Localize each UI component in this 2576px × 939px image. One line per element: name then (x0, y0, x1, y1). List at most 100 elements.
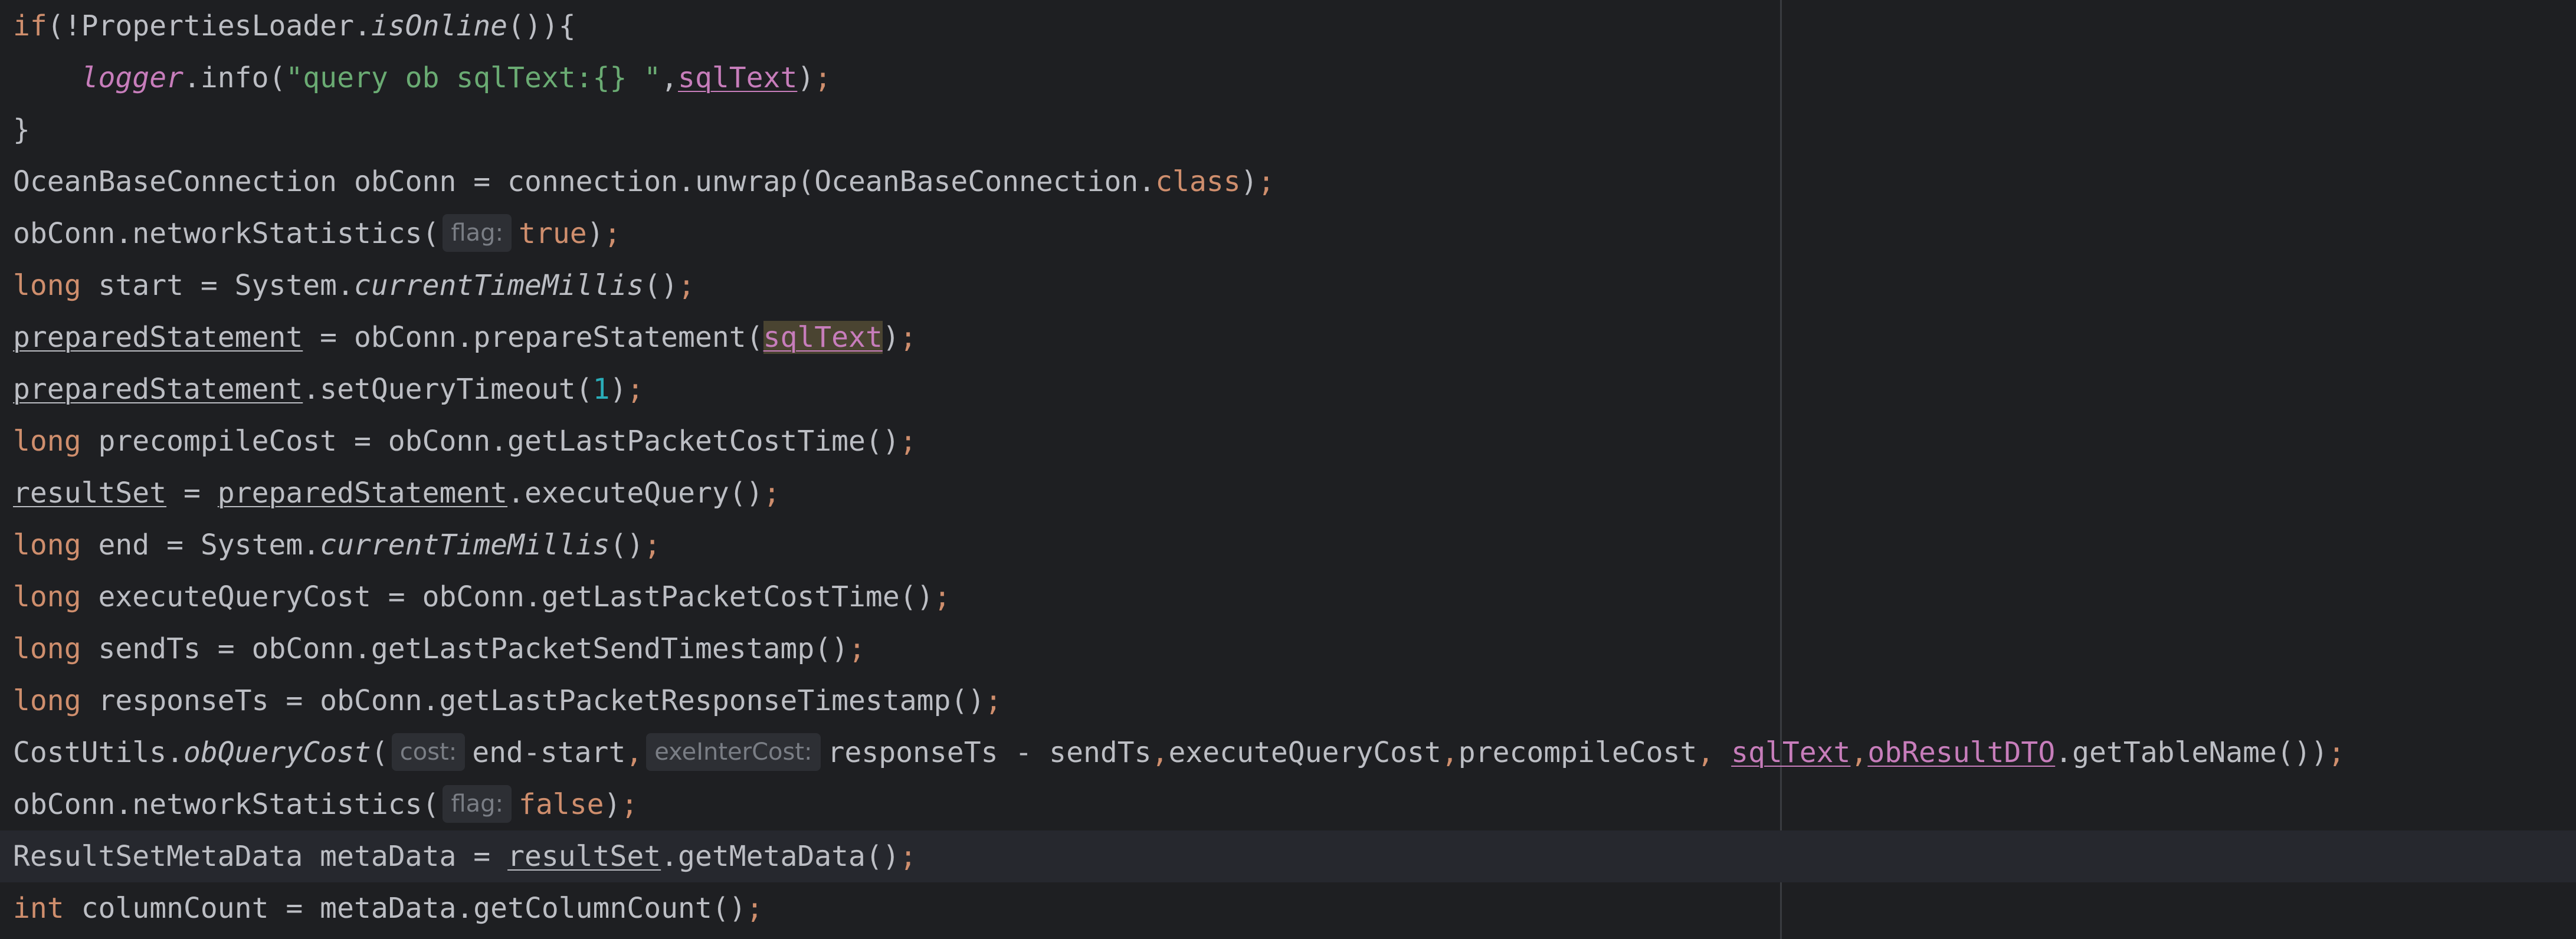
code-token: if (13, 9, 47, 42)
code-token: CostUtils. (13, 736, 183, 769)
parameter-hint: flag: (443, 214, 512, 252)
code-token: = (166, 477, 218, 510)
code-token: sqlText (678, 61, 798, 94)
code-token: ; (621, 788, 638, 821)
code-token: ) (604, 788, 621, 821)
code-token: .getTableName()) (2055, 736, 2328, 769)
code-token: ) (609, 373, 627, 406)
code-token: ; (814, 61, 832, 94)
code-token: ) (1240, 165, 1258, 198)
code-token: () (609, 528, 644, 562)
code-token: "query ob sqlText:{} " (286, 61, 661, 94)
code-token: ; (985, 684, 1002, 717)
code-line[interactable]: int columnCount = metaData.getColumnCoun… (0, 882, 2576, 934)
code-token: .info( (183, 61, 286, 94)
code-token: long (13, 528, 81, 562)
code-token: OceanBaseConnection obConn = connection.… (13, 165, 1156, 198)
code-token: ResultSetMetaData metaData = (13, 840, 508, 873)
code-token: logger (81, 61, 183, 94)
code-line[interactable]: long executeQueryCost = obConn.getLastPa… (0, 571, 2576, 623)
code-token: obConn.networkStatistics( (13, 217, 440, 250)
code-token: ) (797, 61, 815, 94)
code-token: .executeQuery() (507, 477, 763, 510)
code-line[interactable]: OceanBaseConnection obConn = connection.… (0, 156, 2576, 208)
code-token: start = System. (81, 269, 354, 302)
code-token: end-start (472, 736, 626, 769)
code-token: executeQueryCost (1168, 736, 1441, 769)
code-line[interactable]: if(!PropertiesLoader.isOnline()){ (0, 0, 2576, 52)
code-token: sqlText (1731, 736, 1851, 769)
code-line[interactable]: resultSet = preparedStatement.executeQue… (0, 467, 2576, 519)
code-token: ; (899, 840, 917, 873)
code-line[interactable]: long sendTs = obConn.getLastPacketSendTi… (0, 623, 2576, 675)
code-token: precompileCost (1458, 736, 1697, 769)
code-token: currentTimeMillis (320, 528, 610, 562)
code-token: columnCount = metaData.getColumnCount() (64, 892, 746, 925)
code-token: ; (644, 528, 661, 562)
code-token: ; (678, 269, 695, 302)
code-token: ()){ (507, 9, 576, 42)
code-token: preparedStatement (13, 321, 303, 354)
code-token: (!PropertiesLoader. (47, 9, 371, 42)
code-token: ; (899, 425, 917, 458)
code-token: preparedStatement (217, 477, 508, 510)
code-token: obResultDTO (1867, 736, 2056, 769)
code-token: precompileCost = obConn.getLastPacketCos… (81, 425, 900, 458)
code-token: sendTs = obConn.getLastPacketSendTimesta… (81, 632, 849, 665)
code-token: , (1441, 736, 1459, 769)
code-token: ; (763, 477, 781, 510)
code-token: ) (586, 217, 604, 250)
code-token: false (519, 788, 604, 821)
code-line[interactable]: preparedStatement.setQueryTimeout(1); (0, 363, 2576, 415)
code-token: end = System. (81, 528, 320, 562)
code-token: () (644, 269, 679, 302)
code-token: ; (1257, 165, 1275, 198)
code-editor[interactable]: if(!PropertiesLoader.isOnline()){ logger… (0, 0, 2576, 939)
parameter-hint: cost: (391, 733, 466, 771)
code-token: int (13, 892, 64, 925)
code-token: isOnline (371, 9, 508, 42)
code-token: , (1850, 736, 1868, 769)
code-token: .getMetaData() (661, 840, 900, 873)
parameter-hint: exeInterCost: (646, 733, 821, 771)
code-token: .setQueryTimeout( (303, 373, 593, 406)
code-token: responseTs - sendTs (827, 736, 1152, 769)
code-token: long (13, 269, 81, 302)
code-line[interactable]: logger.info("query ob sqlText:{} ",sqlTe… (0, 52, 2576, 104)
code-token: ; (848, 632, 866, 665)
code-token: , (661, 61, 679, 94)
code-token: true (519, 217, 587, 250)
code-token: ) (882, 321, 900, 354)
code-line[interactable]: obConn.networkStatistics(flag: true); (0, 208, 2576, 260)
code-line[interactable]: } (0, 104, 2576, 156)
code-line[interactable]: preparedStatement = obConn.prepareStatem… (0, 311, 2576, 363)
code-token: ; (899, 321, 917, 354)
code-token: ; (746, 892, 763, 925)
code-line[interactable]: CostUtils.obQueryCost(cost: end-start, exe… (0, 727, 2576, 779)
code-token: ; (2328, 736, 2345, 769)
code-token: resultSet (507, 840, 661, 873)
code-token: class (1155, 165, 1241, 198)
code-token: , (1697, 736, 1732, 769)
code-token: long (13, 580, 81, 613)
code-token: 1 (592, 373, 610, 406)
code-token: preparedStatement (13, 373, 303, 406)
code-line[interactable]: long end = System.currentTimeMillis(); (0, 519, 2576, 571)
code-token: } (13, 113, 30, 146)
code-line[interactable]: long start = System.currentTimeMillis(); (0, 260, 2576, 311)
code-token: currentTimeMillis (353, 269, 644, 302)
code-token: , (625, 736, 643, 769)
code-line[interactable]: obConn.networkStatistics(flag: false); (0, 779, 2576, 830)
code-token: obQueryCost (183, 736, 371, 769)
code-token: obConn.networkStatistics( (13, 788, 440, 821)
parameter-hint: flag: (443, 785, 512, 823)
code-token: ( (371, 736, 388, 769)
code-line[interactable]: long precompileCost = obConn.getLastPack… (0, 415, 2576, 467)
code-token: ; (933, 580, 951, 613)
code-token: long (13, 632, 81, 665)
code-line[interactable]: ResultSetMetaData metaData = resultSet.g… (0, 830, 2576, 882)
code-token: sqlText (763, 321, 883, 354)
code-line[interactable]: long responseTs = obConn.getLastPacketRe… (0, 675, 2576, 727)
code-token: responseTs = obConn.getLastPacketRespons… (81, 684, 985, 717)
